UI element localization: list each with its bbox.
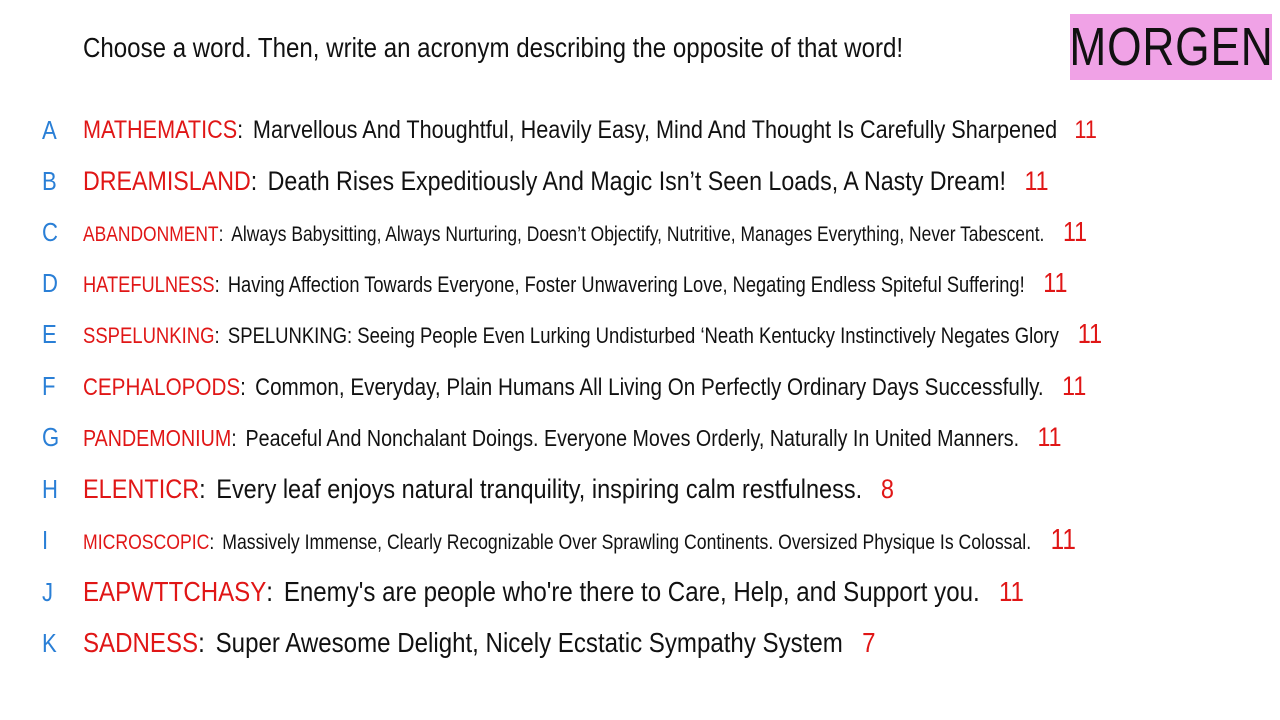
row-letter: B (42, 165, 57, 196)
row-letter: G (42, 421, 60, 452)
row-letter: C (42, 216, 58, 247)
row-line: EAPWTTCHASY: Enemy's are people who're th… (83, 576, 1024, 608)
row-count: 7 (862, 627, 876, 658)
row-count: 11 (998, 576, 1024, 607)
row-acronym: Having Affection Towards Everyone, Foste… (227, 272, 1025, 297)
entry-row-e: E SSPELUNKING: SPELUNKING: Seeing People … (0, 314, 1280, 354)
row-letter: I (42, 524, 49, 555)
row-count: 11 (1024, 165, 1049, 196)
row-count: 11 (1062, 216, 1088, 247)
row-line: CEPHALOPODS: Common, Everyday, Plain Huma… (83, 371, 1086, 402)
row-colon: : (218, 223, 224, 246)
row-word: EAPWTTCHASY (83, 576, 267, 607)
row-letter: J (42, 576, 54, 607)
row-colon: : (199, 473, 206, 504)
row-acronym: Death Rises Expeditiously And Magic Isn’… (267, 165, 1006, 196)
row-acronym: Marvellous And Thoughtful, Heavily Easy,… (252, 115, 1058, 144)
row-count: 11 (1043, 267, 1068, 298)
row-word: MATHEMATICS (83, 115, 238, 144)
row-word: ELENTICR (83, 473, 200, 504)
row-letter: F (42, 370, 56, 401)
row-acronym: Super Awesome Delight, Nicely Ecstatic S… (215, 627, 843, 658)
row-line: SSPELUNKING: SPELUNKING: Seeing People Ev… (83, 318, 1102, 350)
row-colon: : (198, 627, 205, 658)
row-acronym: Massively Immense, Clearly Recognizable … (222, 530, 1032, 554)
row-acronym: SPELUNKING: Seeing People Even Lurking U… (227, 323, 1059, 348)
row-line: MATHEMATICS: Marvellous And Thoughtful, H… (83, 116, 1097, 145)
row-count: 11 (1050, 523, 1076, 556)
row-colon: : (214, 323, 220, 348)
entry-row-j: J EAPWTTCHASY: Enemy's are people who're … (0, 572, 1280, 612)
row-line: ELENTICR: Every leaf enjoys natural tranq… (83, 474, 894, 505)
row-letter: D (42, 267, 58, 298)
row-acronym: Enemy's are people who're there to Care,… (283, 576, 980, 607)
row-word: SSPELUNKING (83, 323, 215, 348)
entry-row-h: H ELENTICR: Every leaf enjoys natural tra… (0, 469, 1280, 509)
row-word: SADNESS (83, 627, 199, 658)
row-word: ABANDONMENT (83, 223, 219, 246)
row-letter: K (42, 627, 57, 658)
row-word: DREAMISLAND (83, 165, 251, 196)
row-acronym: Every leaf enjoys natural tranquility, i… (216, 473, 863, 504)
entry-row-b: B DREAMISLAND: Death Rises Expeditiously … (0, 161, 1280, 201)
row-acronym: Always Babysitting, Always Nurturing, Do… (231, 223, 1045, 246)
row-line: ABANDONMENT: Always Babysitting, Always N… (83, 216, 1087, 248)
entry-row-c: C ABANDONMENT: Always Babysitting, Always… (0, 212, 1280, 252)
row-colon: : (250, 165, 258, 196)
row-word: MICROSCOPIC (83, 530, 210, 554)
row-word: PANDEMONIUM (83, 424, 232, 451)
row-letter: E (42, 318, 57, 349)
row-acronym: Common, Everyday, Plain Humans All Livin… (255, 373, 1044, 401)
row-count: 11 (1074, 115, 1097, 144)
row-line: PANDEMONIUM: Peaceful And Nonchalant Doin… (83, 422, 1061, 453)
row-line: HATEFULNESS: Having Affection Towards Eve… (83, 267, 1067, 299)
row-colon: : (209, 530, 215, 554)
entry-row-k: K SADNESS: Super Awesome Delight, Nicely … (0, 623, 1280, 663)
row-line: SADNESS: Super Awesome Delight, Nicely Ec… (83, 627, 875, 659)
row-colon: : (237, 115, 244, 144)
row-letter: H (42, 473, 58, 504)
entry-row-f: F CEPHALOPODS: Common, Everyday, Plain Hu… (0, 366, 1280, 406)
row-letter: A (42, 114, 57, 145)
row-colon: : (231, 424, 237, 451)
entry-list: A MATHEMATICS: Marvellous And Thoughtful,… (0, 0, 1280, 720)
row-count: 11 (1062, 370, 1087, 401)
row-count: 8 (880, 473, 894, 504)
row-colon: : (240, 373, 246, 401)
entry-row-g: G PANDEMONIUM: Peaceful And Nonchalant Do… (0, 417, 1280, 457)
row-colon: : (266, 576, 273, 607)
entry-row-i: I MICROSCOPIC: Massively Immense, Clearly… (0, 520, 1280, 560)
row-word: HATEFULNESS (83, 272, 215, 297)
row-line: MICROSCOPIC: Massively Immense, Clearly R… (83, 524, 1076, 557)
entry-row-a: A MATHEMATICS: Marvellous And Thoughtful,… (0, 110, 1280, 150)
row-line: DREAMISLAND: Death Rises Expeditiously An… (83, 166, 1049, 197)
entry-row-d: D HATEFULNESS: Having Affection Towards E… (0, 263, 1280, 303)
row-colon: : (214, 272, 220, 297)
row-count: 11 (1077, 318, 1103, 349)
row-acronym: Peaceful And Nonchalant Doings. Everyone… (245, 424, 1020, 451)
row-count: 11 (1037, 421, 1062, 452)
row-word: CEPHALOPODS (83, 373, 241, 401)
